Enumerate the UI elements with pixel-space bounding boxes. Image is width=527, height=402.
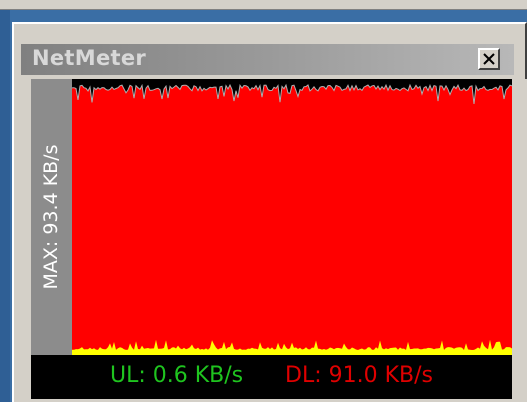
desktop-top-strip xyxy=(0,0,527,10)
max-rate-label: MAX: 93.4 KB/s xyxy=(40,144,62,290)
window-title: NetMeter xyxy=(32,46,147,70)
max-scale-strip: MAX: 93.4 KB/s xyxy=(31,79,72,355)
titlebar[interactable]: NetMeter xyxy=(21,44,514,75)
close-icon xyxy=(483,53,495,65)
window-right-edge xyxy=(512,79,527,402)
upload-rate: UL: 0.6 KB/s xyxy=(110,363,244,388)
desktop-left-strip xyxy=(0,10,10,402)
status-bar: UL: 0.6 KB/s DL: 91.0 KB/s xyxy=(31,355,512,399)
close-button[interactable] xyxy=(478,48,500,70)
download-rate: DL: 91.0 KB/s xyxy=(285,363,433,388)
traffic-graph xyxy=(72,79,512,355)
download-area xyxy=(72,85,512,355)
traffic-graph-svg xyxy=(72,79,512,355)
